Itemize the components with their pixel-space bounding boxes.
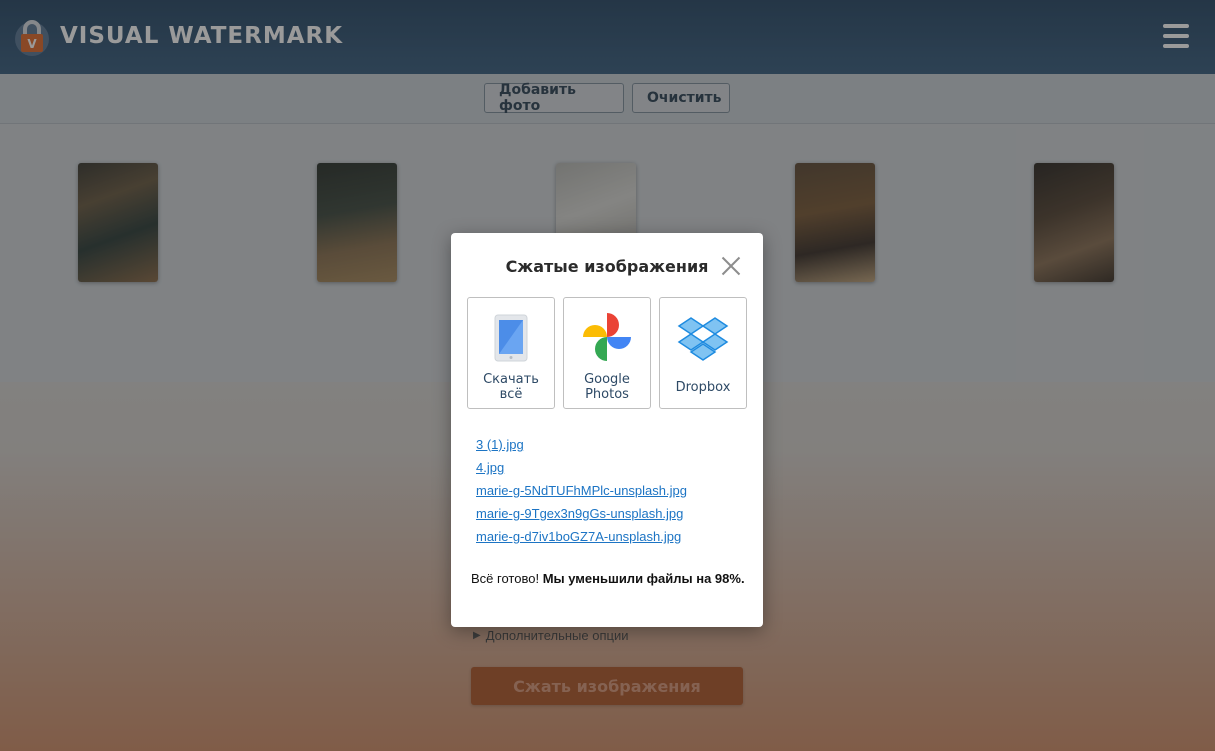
compressed-images-dialog: Сжатые изображения Скачать всё Google Ph… xyxy=(451,233,763,627)
dropbox-icon xyxy=(660,316,746,362)
file-link[interactable]: marie-g-d7iv1boGZ7A-unsplash.jpg xyxy=(476,525,687,548)
dialog-title: Сжатые изображения xyxy=(505,257,709,276)
google-photos-button[interactable]: Google Photos xyxy=(563,297,651,409)
close-icon[interactable] xyxy=(721,256,741,276)
result-message: Всё готово! Мы уменьшили файлы на 98%. xyxy=(471,571,745,586)
dropbox-label: Dropbox xyxy=(675,380,731,395)
file-link[interactable]: marie-g-5NdTUFhMPlc-unsplash.jpg xyxy=(476,479,687,502)
file-list: 3 (1).jpg 4.jpg marie-g-5NdTUFhMPlc-unsp… xyxy=(476,433,687,548)
download-all-button[interactable]: Скачать всё xyxy=(467,297,555,409)
file-link[interactable]: 3 (1).jpg xyxy=(476,433,687,456)
file-link[interactable]: marie-g-9Tgex3n9gGs-unsplash.jpg xyxy=(476,502,687,525)
google-photos-label: Google Photos xyxy=(584,372,630,402)
download-all-label: Скачать всё xyxy=(483,372,539,402)
tablet-icon xyxy=(468,314,554,362)
google-photos-icon xyxy=(564,312,650,362)
dropbox-button[interactable]: Dropbox xyxy=(659,297,747,409)
result-summary: Мы уменьшили файлы на 98%. xyxy=(542,571,745,586)
result-prefix: Всё готово! xyxy=(471,571,540,586)
file-link[interactable]: 4.jpg xyxy=(476,456,687,479)
